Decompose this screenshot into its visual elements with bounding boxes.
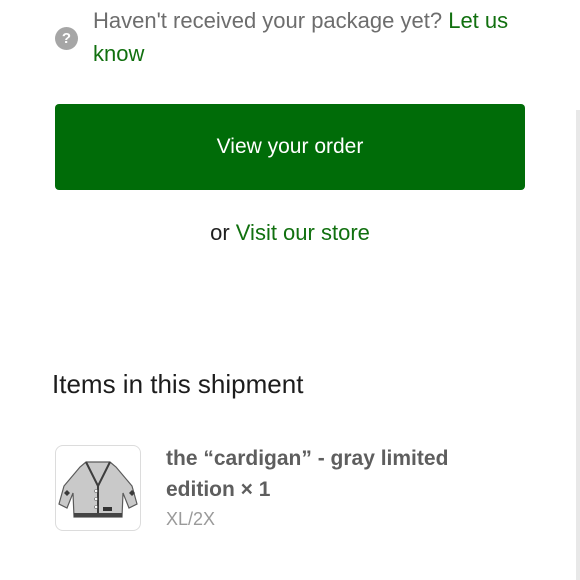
item-quantity: × 1 xyxy=(240,478,271,501)
item-variant: XL/2X xyxy=(166,509,216,529)
visit-store-line: or Visit our store xyxy=(0,220,580,246)
item-title: the “cardigan” - gray limited edition × … xyxy=(166,443,506,505)
question-mark-circle-icon[interactable]: ? xyxy=(55,27,78,50)
scrollbar-track[interactable] xyxy=(576,110,580,580)
view-order-label: View your order xyxy=(216,135,364,158)
or-text: or xyxy=(210,220,230,245)
notice-text: Haven't received your package yet? Let u… xyxy=(93,4,543,70)
visit-store-link[interactable]: Visit our store xyxy=(236,220,370,245)
product-image xyxy=(55,445,141,531)
item-name: the “cardigan” - gray limited edition xyxy=(166,447,449,501)
cardigan-illustration xyxy=(58,461,138,518)
section-title: Items in this shipment xyxy=(52,369,304,399)
notice-message: Haven't received your package yet? xyxy=(93,8,443,33)
view-order-button[interactable]: View your order xyxy=(55,104,525,190)
